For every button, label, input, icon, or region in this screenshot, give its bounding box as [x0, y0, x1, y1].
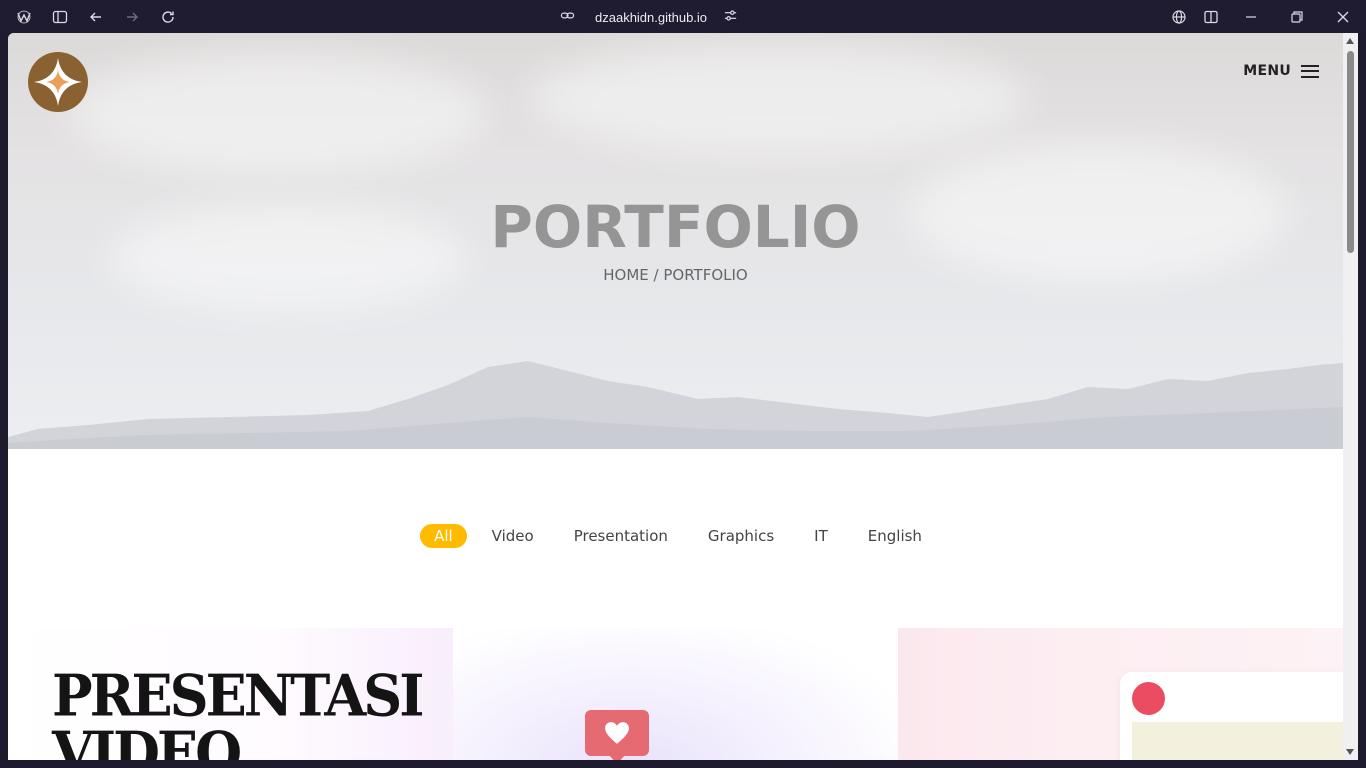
- sidebar-toggle-icon[interactable]: [50, 7, 70, 27]
- portfolio-filter-tabs: All Video Presentation Graphics IT Engli…: [8, 524, 1343, 548]
- scrollbar-thumb[interactable]: [1347, 51, 1354, 253]
- back-icon[interactable]: [86, 7, 106, 27]
- portfolio-card-app[interactable]: [898, 628, 1343, 760]
- reload-icon[interactable]: [158, 7, 178, 27]
- card-panel: [1120, 672, 1343, 760]
- hero-banner: MENU PORTFOLIO HOME / PORTFOLIO: [8, 33, 1343, 449]
- forward-icon[interactable]: [122, 7, 142, 27]
- app-logo-icon[interactable]: [14, 7, 34, 27]
- cloud: [68, 53, 488, 173]
- scroll-down-icon[interactable]: [1346, 749, 1354, 755]
- filter-it[interactable]: IT: [799, 524, 843, 548]
- restore-icon[interactable]: [1287, 7, 1307, 27]
- portfolio-card-presentasi-video[interactable]: PRESENTASI VIDEO: [8, 628, 453, 760]
- menu-label: MENU: [1243, 63, 1291, 79]
- mountains-silhouette: [8, 361, 1343, 449]
- close-icon[interactable]: [1333, 7, 1353, 27]
- filter-video[interactable]: Video: [477, 524, 549, 548]
- portfolio-card-social[interactable]: [453, 628, 898, 760]
- site-settings-icon[interactable]: [723, 8, 738, 26]
- translate-icon[interactable]: [1169, 7, 1189, 27]
- browser-toolbar: dzaakhidn.github.io: [0, 0, 1366, 33]
- cloud: [528, 43, 1028, 153]
- address-bar[interactable]: dzaakhidn.github.io: [560, 6, 738, 28]
- red-dot: [1132, 682, 1165, 715]
- panel-strip: [1132, 722, 1343, 760]
- card-title: PRESENTASI VIDEO: [52, 662, 425, 760]
- heart-bubble: [585, 710, 649, 760]
- minimize-icon[interactable]: [1241, 7, 1261, 27]
- page-title: PORTFOLIO: [490, 193, 861, 261]
- page-viewport: MENU PORTFOLIO HOME / PORTFOLIO All Vide…: [8, 33, 1343, 760]
- hamburger-icon: [1301, 64, 1319, 78]
- filter-presentation[interactable]: Presentation: [559, 524, 683, 548]
- page-scrollbar[interactable]: [1343, 33, 1358, 760]
- filter-english[interactable]: English: [853, 524, 937, 548]
- url-text[interactable]: dzaakhidn.github.io: [595, 10, 707, 25]
- link-icon: [560, 8, 575, 26]
- menu-button[interactable]: MENU: [1243, 63, 1319, 79]
- site-logo[interactable]: [28, 52, 88, 112]
- filter-all[interactable]: All: [420, 524, 467, 548]
- breadcrumb: HOME / PORTFOLIO: [603, 266, 748, 284]
- scroll-up-icon[interactable]: [1346, 38, 1354, 44]
- heart-icon: [605, 722, 629, 744]
- filter-graphics[interactable]: Graphics: [693, 524, 789, 548]
- split-view-icon[interactable]: [1201, 7, 1221, 27]
